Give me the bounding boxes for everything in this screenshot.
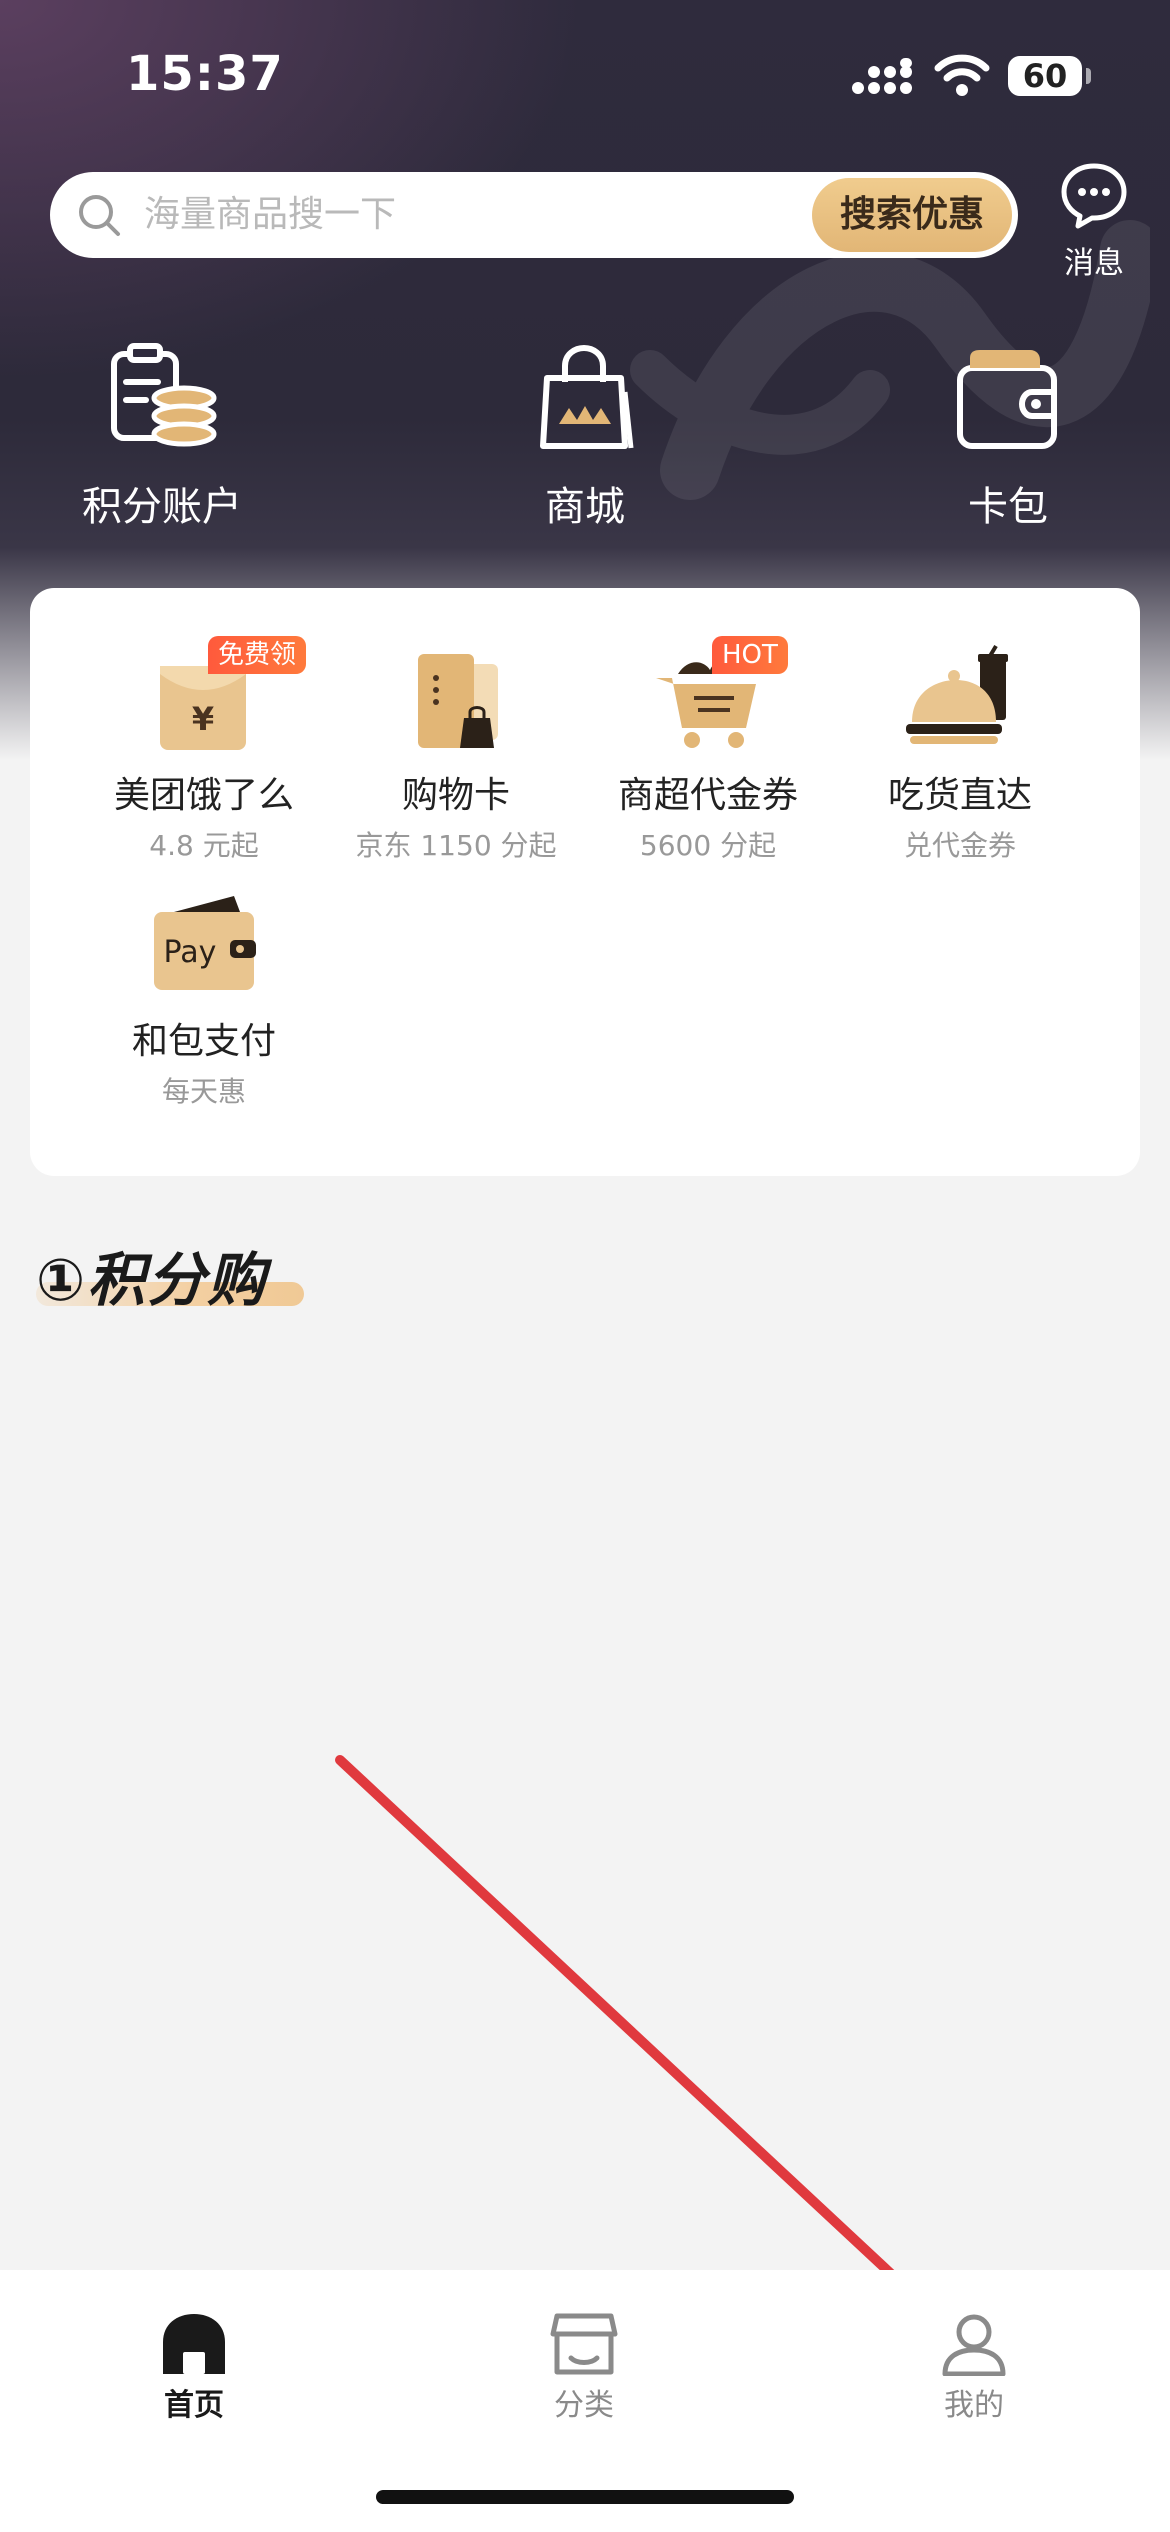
service-subtitle: 5600 分起 [639, 829, 777, 862]
wifi-icon [934, 54, 990, 96]
tab-home[interactable]: 首页 [94, 2312, 294, 2424]
pay-wallet-icon: Pay [154, 896, 256, 990]
message-button[interactable]: 消息 [1054, 160, 1134, 282]
home-icon [163, 2314, 225, 2374]
home-indicator [376, 2490, 794, 2504]
search-placeholder[interactable]: 海量商品搜一下 [144, 192, 396, 238]
top-nav-label: 商城 [545, 484, 625, 530]
points-account-icon [111, 343, 217, 447]
section-title: ①积分购 [36, 1240, 304, 1320]
svg-text:¥: ¥ [192, 700, 214, 738]
battery-indicator: 60 [1008, 56, 1082, 96]
tag-hot: HOT [712, 636, 788, 674]
section-title-text: ①积分购 [36, 1246, 268, 1314]
status-time: 15:37 [126, 46, 284, 102]
service-shopping-card[interactable]: 购物卡 京东 1150 分起 [330, 644, 582, 864]
shopping-card-icon [418, 654, 498, 748]
tab-label: 分类 [554, 2388, 614, 2423]
service-subtitle: 每天惠 [161, 1075, 246, 1108]
store-icon [550, 2313, 618, 2375]
tab-category[interactable]: 分类 [484, 2312, 684, 2424]
top-nav-points-account[interactable]: 积分账户 [52, 340, 272, 532]
service-hebao-pay[interactable]: Pay 和包支付 每天惠 [78, 890, 330, 1110]
shopping-bag-icon [540, 344, 634, 449]
battery-cap [1086, 68, 1091, 84]
service-subtitle: 兑代金券 [903, 829, 1016, 862]
search-bar[interactable]: 海量商品搜一下 搜索优惠 [50, 172, 1018, 258]
top-nav-label: 积分账户 [82, 484, 242, 530]
wallet-icon [957, 350, 1057, 449]
pay-icon-text: Pay [164, 935, 217, 970]
service-name: 购物卡 [401, 775, 510, 816]
tab-label: 我的 [944, 2388, 1004, 2423]
service-subtitle: 4.8 元起 [149, 829, 259, 862]
service-meituan-eleme[interactable]: ¥ 免费领 美团饿了么 4.8 元起 [78, 636, 330, 864]
service-name: 商超代金券 [617, 775, 798, 816]
service-name: 美团饿了么 [113, 775, 294, 816]
user-icon [942, 2314, 1006, 2376]
service-subtitle: 京东 1150 分起 [355, 829, 557, 862]
service-supermarket-voucher[interactable]: HOT 商超代金券 5600 分起 [582, 636, 834, 864]
cellular-signal-icon [852, 58, 912, 94]
food-cloche-icon [906, 644, 1008, 744]
services-card: ¥ 免费领 美团饿了么 4.8 元起 购物卡 京东 1150 分起 HOT 商超… [30, 588, 1140, 1176]
tab-label: 首页 [164, 2388, 224, 2423]
message-label: 消息 [1064, 246, 1124, 281]
search-icon [79, 195, 120, 236]
top-nav-label: 卡包 [968, 484, 1048, 530]
top-nav-card-wallet[interactable]: 卡包 [898, 340, 1118, 532]
service-name: 和包支付 [131, 1021, 276, 1062]
service-foodie-direct[interactable]: 吃货直达 兑代金券 [834, 644, 1086, 864]
service-name: 吃货直达 [887, 775, 1032, 816]
chat-bubble-icon [1061, 163, 1127, 229]
search-button[interactable]: 搜索优惠 [812, 178, 1012, 252]
tag-free: 免费领 [208, 636, 307, 674]
tab-mine[interactable]: 我的 [874, 2312, 1074, 2424]
top-nav-mall[interactable]: 商城 [475, 340, 695, 532]
status-bar: 15:37 60 [0, 0, 1170, 150]
top-nav: 积分账户 商城 卡包 [0, 340, 1170, 560]
